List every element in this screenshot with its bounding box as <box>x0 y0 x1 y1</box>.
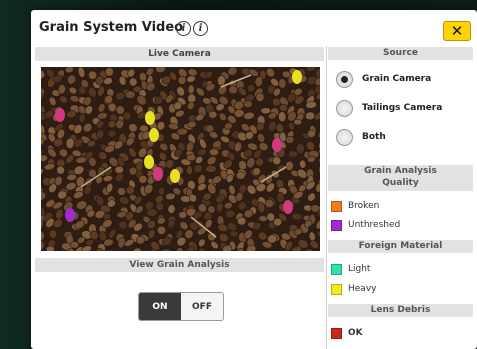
legend-lens-debris-ok: OK <box>331 326 363 340</box>
grain-kernel <box>146 208 158 217</box>
heavy-swatch <box>331 283 342 295</box>
highlighted-particle <box>145 111 155 125</box>
live-camera-header: Live Camera <box>35 47 324 61</box>
source-option-grain-camera[interactable]: Grain Camera <box>336 69 431 89</box>
radio-button[interactable] <box>336 70 353 88</box>
foreign-material-header: Foreign Material <box>328 240 473 253</box>
grain-kernel <box>88 168 97 178</box>
view-grain-analysis-label: View Grain Analysis <box>35 258 324 272</box>
grain-kernel <box>49 229 58 239</box>
grain-kernel <box>45 245 55 251</box>
grain-kernel <box>176 127 188 136</box>
legend-label: Light <box>348 264 371 274</box>
highlighted-particle <box>292 70 302 84</box>
legend-label: Broken <box>348 201 380 211</box>
legend-label: Heavy <box>348 284 377 294</box>
grain-kernel <box>114 165 124 174</box>
highlighted-particle <box>55 108 65 122</box>
grain-kernel <box>208 148 219 157</box>
source-option-both[interactable]: Both <box>336 127 386 147</box>
broken-swatch <box>331 200 342 212</box>
grain-kernel <box>285 160 294 171</box>
grain-kernel <box>258 215 268 223</box>
legend-label: Unthreshed <box>348 220 401 230</box>
light-swatch <box>331 263 342 275</box>
grain-analysis-header: Grain Analysis Quality <box>328 165 473 191</box>
grain-kernel <box>288 150 298 158</box>
radio-button[interactable] <box>336 99 353 117</box>
legend-unthreshed: Unthreshed <box>331 218 400 232</box>
grain-kernel <box>243 100 253 109</box>
close-button[interactable]: ✕ <box>443 21 471 41</box>
highlighted-particle <box>283 200 293 214</box>
highlighted-particle <box>153 167 163 181</box>
radio-button[interactable] <box>336 128 353 146</box>
grain-system-video-dialog: Grain System Video i i ✕ Live Camera Vie… <box>31 10 477 349</box>
highlighted-particle <box>272 138 282 152</box>
grain-kernel <box>205 164 217 173</box>
radio-selected-dot <box>341 75 348 83</box>
quality-subheader: Quality <box>382 178 419 188</box>
info-icon[interactable]: i <box>176 21 191 36</box>
grain-kernel <box>186 165 193 176</box>
lens-debris-header: Lens Debris <box>328 304 473 317</box>
source-option-label: Both <box>362 132 386 142</box>
legend-light: Light <box>331 262 370 276</box>
grain-image <box>41 67 320 251</box>
grain-kernel <box>155 201 164 212</box>
legend-heavy: Heavy <box>331 282 376 296</box>
live-camera-view <box>41 67 320 251</box>
source-option-tailings-camera[interactable]: Tailings Camera <box>336 98 442 118</box>
grain-kernel <box>235 171 246 180</box>
grain-kernel <box>278 111 287 123</box>
highlighted-particle <box>149 128 159 142</box>
grain-kernel <box>278 103 288 112</box>
close-icon: ✕ <box>450 21 464 40</box>
highlighted-particle <box>65 208 75 222</box>
toggle-off-button[interactable]: OFF <box>181 293 223 320</box>
grain-analysis-title: Grain Analysis <box>364 166 437 176</box>
panel-divider <box>326 46 327 349</box>
grain-kernel <box>293 118 303 126</box>
unthreshed-swatch <box>331 219 342 231</box>
grain-kernel <box>187 84 195 95</box>
legend-label: OK <box>348 328 363 338</box>
highlighted-particle <box>170 169 180 183</box>
title-bar: Grain System Video i i ✕ <box>31 10 477 46</box>
source-header: Source <box>328 47 473 60</box>
grain-kernel <box>228 85 238 95</box>
grain-kernel <box>260 107 272 115</box>
info-icon[interactable]: i <box>193 21 208 36</box>
grain-kernel <box>278 78 287 89</box>
legend-broken: Broken <box>331 199 379 213</box>
highlighted-particle <box>144 155 154 169</box>
source-option-label: Tailings Camera <box>362 103 443 113</box>
toggle-on-button[interactable]: ON <box>139 293 181 320</box>
lens-debris-swatch <box>331 327 342 339</box>
grain-kernel <box>236 216 247 226</box>
grain-kernel <box>295 143 305 154</box>
source-option-label: Grain Camera <box>362 74 432 84</box>
dialog-title: Grain System Video <box>39 20 184 35</box>
grain-kernel <box>158 186 165 196</box>
grain-analysis-toggle[interactable]: ON OFF <box>138 292 224 321</box>
